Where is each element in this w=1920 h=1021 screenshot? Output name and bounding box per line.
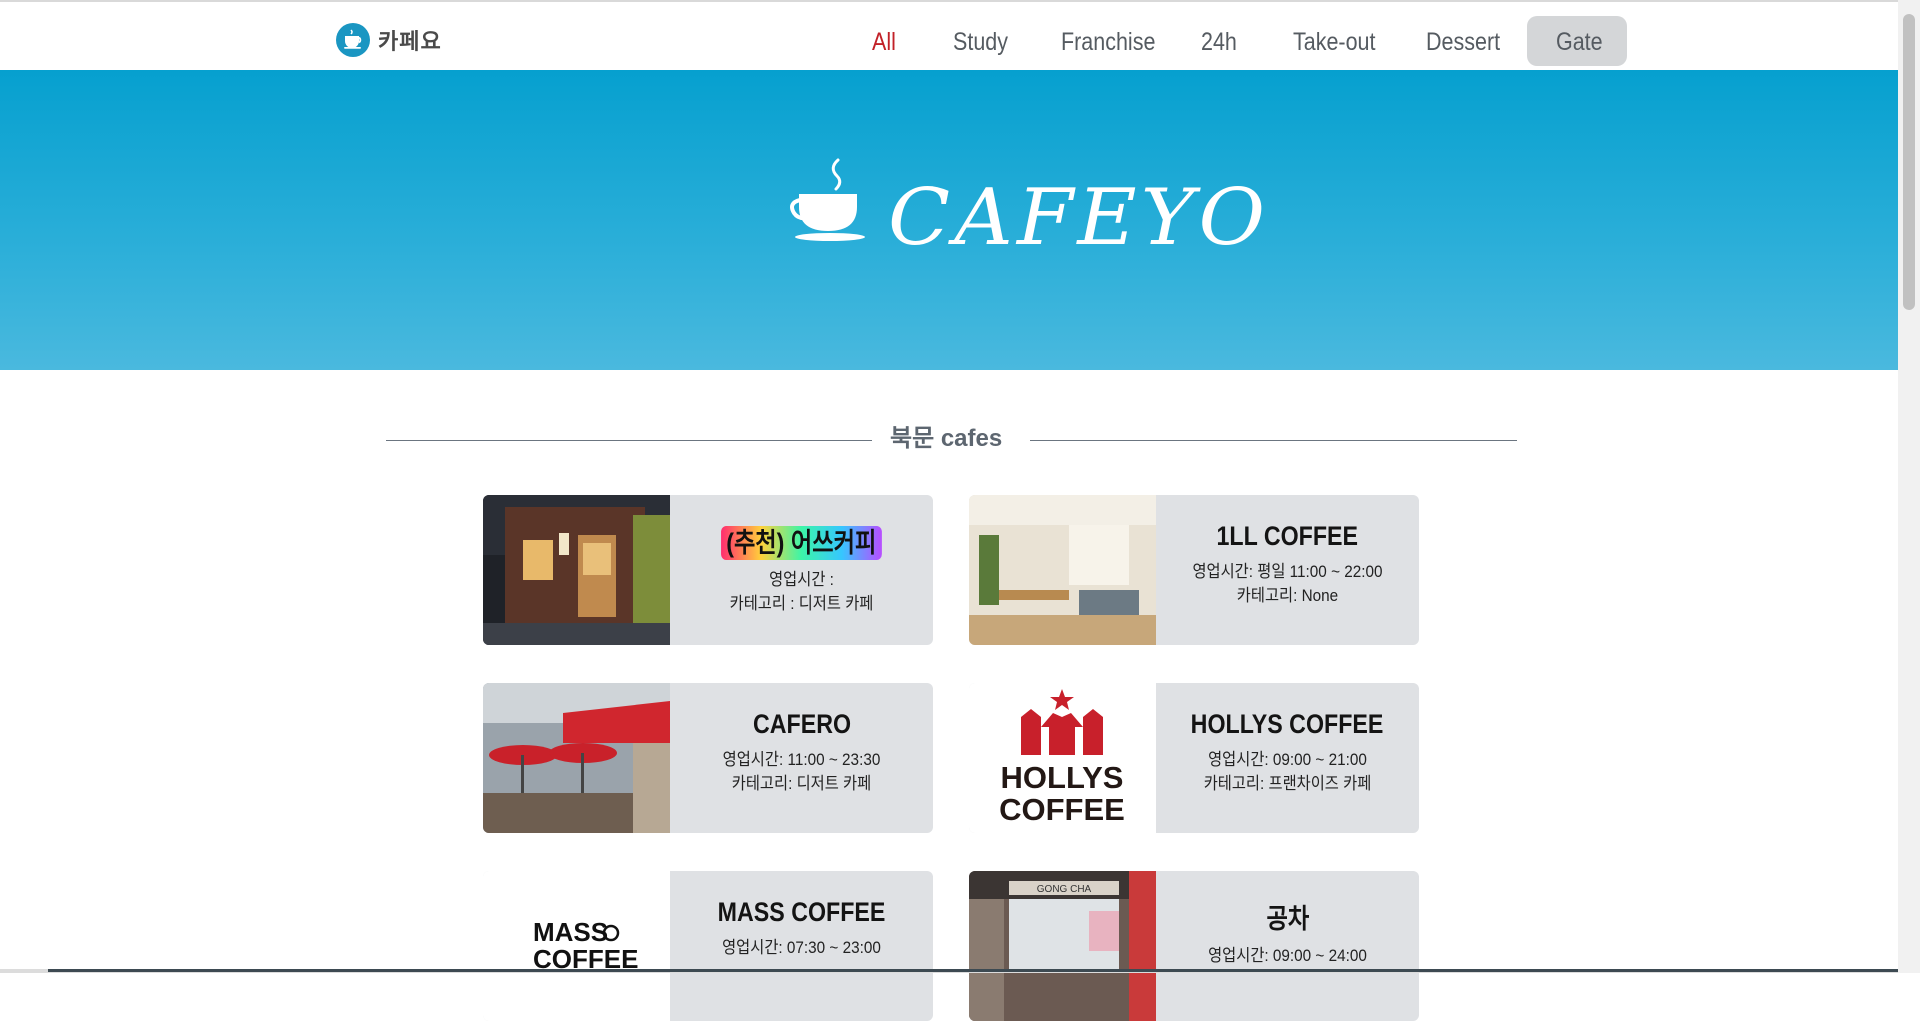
coffee-cup-icon xyxy=(790,156,874,250)
cafe-info: HOLLYS COFFEE 영업시간: 09:00 ~ 21:00 카테고리: … xyxy=(1156,683,1419,833)
scrollbar-thumb[interactable] xyxy=(1903,14,1915,310)
hollys-logo-text: COFFEE xyxy=(999,792,1125,827)
gongcha-sign-text: GONG CHA xyxy=(1037,884,1092,895)
nav-item-franchise[interactable]: Franchise xyxy=(1061,25,1155,59)
hero-title: CAFEYO xyxy=(888,173,1270,263)
cafe-card[interactable]: CAFERO 영업시간: 11:00 ~ 23:30 카테고리: 디저트 카페 xyxy=(483,683,933,833)
nav-item-study[interactable]: Study xyxy=(953,25,1008,59)
vertical-scrollbar[interactable] xyxy=(1898,0,1920,973)
bottom-border-dark xyxy=(48,969,1898,972)
cafe-name: 공차 xyxy=(1266,904,1309,934)
mass-coffee-logo-text: MASS xyxy=(533,917,608,947)
hollys-logo: HOLLYS COFFEE xyxy=(969,683,1156,833)
cafe-hours: 영업시간: 11:00 ~ 23:30 xyxy=(722,750,881,769)
logo-text: 카페요 xyxy=(378,29,442,55)
cafe-category: 카테고리: 프랜차이즈 카페 xyxy=(1203,774,1372,793)
cafe-card[interactable]: GONG CHA 공차 영업시간: 09:00 ~ 24:00 xyxy=(969,871,1419,1021)
cafe-thumbnail xyxy=(483,495,670,645)
nav-item-dessert[interactable]: Dessert xyxy=(1426,25,1500,59)
site-logo[interactable]: 카페요 xyxy=(336,22,442,58)
cafe-hours: 영업시간: 09:00 ~ 21:00 xyxy=(1208,750,1367,769)
cafe-name: MASS COFFEE xyxy=(717,897,886,927)
gate-button[interactable]: Gate xyxy=(1527,16,1627,66)
cafe-card[interactable]: HOLLYS COFFEE HOLLYS COFFEE 영업시간: 09:00 … xyxy=(969,683,1419,833)
section-divider-left xyxy=(386,440,872,441)
cafe-thumbnail xyxy=(969,495,1156,645)
section-divider-right xyxy=(1030,440,1517,441)
coffee-cup-icon xyxy=(336,23,370,57)
cafe-category: 카테고리: None xyxy=(1236,586,1339,605)
cafe-category: 카테고리 : 디저트 카페 xyxy=(729,594,874,613)
cafe-hours: 영업시간: 07:30 ~ 23:00 xyxy=(722,938,881,957)
cafe-category: 카테고리: 디저트 카페 xyxy=(731,774,872,793)
cafe-hours: 영업시간: 평일 11:00 ~ 22:00 xyxy=(1192,562,1383,581)
cafe-thumbnail xyxy=(483,683,670,833)
nav-item-24h[interactable]: 24h xyxy=(1201,25,1237,59)
cafe-hours: 영업시간: 09:00 ~ 24:00 xyxy=(1208,946,1367,965)
cafe-thumbnail: GONG CHA xyxy=(969,871,1156,1021)
mass-coffee-logo: MASS COFFEE xyxy=(483,871,670,1021)
cafe-info: 공차 영업시간: 09:00 ~ 24:00 xyxy=(1156,871,1419,1021)
gate-button-label: Gate xyxy=(1556,28,1603,56)
cafe-info: MASS COFFEE 영업시간: 07:30 ~ 23:00 xyxy=(670,871,933,1021)
cafe-name: (추천) 어쓰커피 xyxy=(721,521,882,560)
cafe-name: CAFERO xyxy=(752,709,851,739)
cafe-info: 1LL COFFEE 영업시간: 평일 11:00 ~ 22:00 카테고리: … xyxy=(1156,495,1419,645)
cafe-info: (추천) 어쓰커피 영업시간 : 카테고리 : 디저트 카페 xyxy=(670,495,933,645)
cafe-name: 1LL COFFEE xyxy=(1216,521,1359,551)
cafe-card[interactable]: MASS COFFEE MASS COFFEE 영업시간: 07:30 ~ 23… xyxy=(483,871,933,1021)
cafe-card[interactable]: (추천) 어쓰커피 영업시간 : 카테고리 : 디저트 카페 xyxy=(483,495,933,645)
cafe-card[interactable]: 1LL COFFEE 영업시간: 평일 11:00 ~ 22:00 카테고리: … xyxy=(969,495,1419,645)
hollys-logo-text: HOLLYS xyxy=(1001,760,1124,795)
cafe-info: CAFERO 영업시간: 11:00 ~ 23:30 카테고리: 디저트 카페 xyxy=(670,683,933,833)
hero-banner: CAFEYO xyxy=(0,70,1898,370)
cafe-name: HOLLYS COFFEE xyxy=(1191,709,1384,739)
nav-item-all[interactable]: All xyxy=(872,25,896,59)
section-title: 북문 cafes xyxy=(890,425,1003,452)
cafe-hours: 영업시간 : xyxy=(769,570,834,589)
nav-item-take-out[interactable]: Take-out xyxy=(1293,25,1375,59)
top-navbar: 카페요 All Study Franchise 24h Take-out Des… xyxy=(0,2,1898,70)
